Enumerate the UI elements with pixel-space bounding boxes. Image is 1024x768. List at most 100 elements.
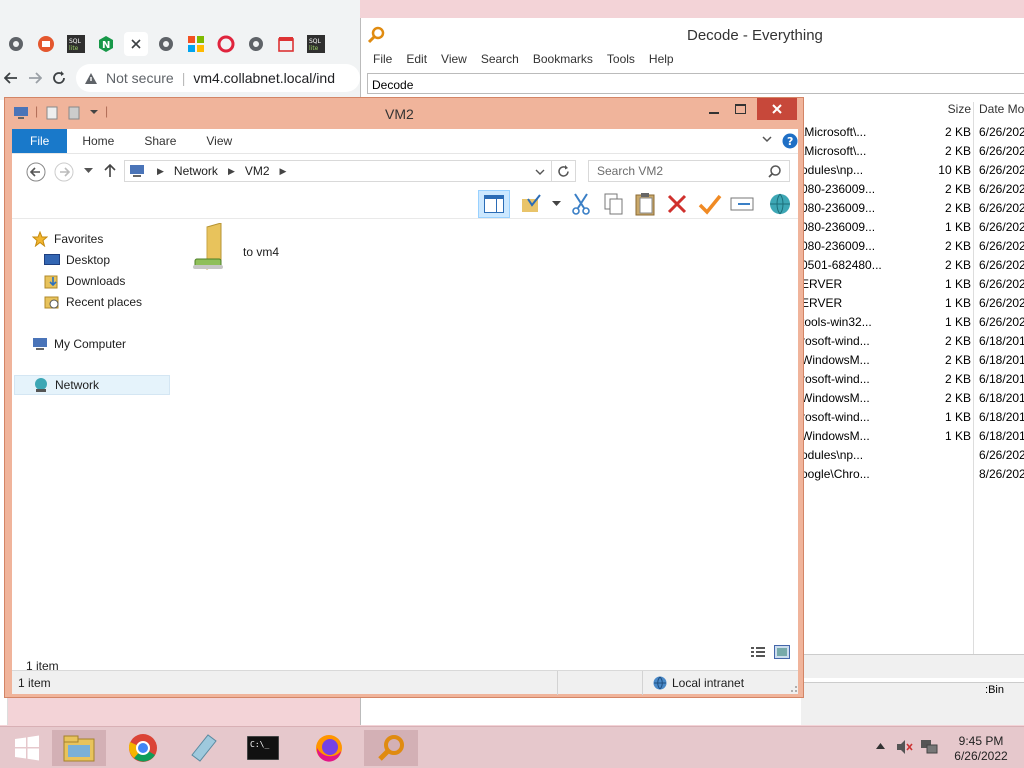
tab-sqlite-icon[interactable]: SQL lite — [304, 32, 328, 56]
nav-recent-places[interactable]: Recent places — [44, 292, 142, 312]
breadcrumb-chevron-icon[interactable]: ▶ — [280, 166, 287, 177]
recent-locations-icon[interactable] — [84, 168, 93, 174]
new-folder-icon[interactable] — [67, 106, 81, 120]
size-column-header[interactable]: Size — [936, 102, 971, 120]
tab-globe-icon[interactable] — [244, 32, 268, 56]
list-item[interactable]: odules\np... 6/26/202 — [801, 445, 1024, 464]
details-view-icon[interactable] — [750, 646, 766, 658]
file-explorer-taskbar-button[interactable] — [52, 730, 106, 766]
menu-tools[interactable]: Tools — [607, 52, 635, 70]
name-column-header[interactable] — [801, 102, 936, 120]
refresh-button[interactable] — [552, 160, 576, 182]
file-item[interactable]: to vm4 — [187, 223, 297, 279]
up-arrow-icon[interactable] — [104, 164, 116, 178]
cut-icon[interactable] — [570, 192, 592, 216]
tab-globe-icon[interactable] — [4, 32, 28, 56]
tab-nginx-icon[interactable]: N — [94, 32, 118, 56]
menu-file[interactable]: File — [373, 52, 392, 70]
minimize-button[interactable] — [701, 98, 727, 120]
list-item[interactable]: odules\np... 10 KB 6/26/202 — [801, 160, 1024, 179]
large-icons-view-icon[interactable] — [774, 645, 790, 659]
list-item[interactable]: oogle\Chro... 8/26/202 — [801, 464, 1024, 483]
breadcrumb[interactable]: ▶ Network ▶ VM2 ▶ — [124, 160, 552, 182]
tab-share[interactable]: Share — [129, 129, 191, 153]
tab-windows-icon[interactable] — [184, 32, 208, 56]
delete-icon[interactable] — [666, 193, 688, 215]
dropdown-arrow-icon[interactable] — [552, 201, 561, 207]
list-item[interactable]: 0501-682480... 2 KB 6/26/202 — [801, 255, 1024, 274]
breadcrumb-chevron-icon[interactable]: ▶ — [157, 166, 164, 177]
nav-network[interactable]: Network — [14, 375, 170, 395]
tab-file[interactable]: File — [12, 129, 68, 153]
nav-favorites[interactable]: Favorites — [32, 229, 103, 249]
expand-ribbon-icon[interactable] — [762, 136, 772, 144]
paste-icon[interactable] — [634, 192, 656, 216]
list-item[interactable]: WindowsM... 1 KB 6/18/201 — [801, 426, 1024, 445]
address-dropdown-icon[interactable] — [535, 169, 545, 176]
everything-search-input[interactable]: Decode — [367, 73, 1024, 94]
notepad-taskbar-button[interactable] — [176, 730, 230, 766]
list-item[interactable]: \Microsoft\... 2 KB 6/26/202 — [801, 141, 1024, 160]
list-item[interactable]: WindowsM... 2 KB 6/18/201 — [801, 388, 1024, 407]
chrome-taskbar-button[interactable] — [116, 730, 170, 766]
show-hidden-icons-icon[interactable] — [876, 743, 885, 749]
tab-globe-icon[interactable] — [154, 32, 178, 56]
everything-taskbar-button[interactable] — [364, 730, 418, 766]
copy-icon[interactable] — [602, 192, 624, 216]
network-tray-icon[interactable] — [920, 739, 938, 755]
address-bar[interactable]: Not secure | vm4.collabnet.local/ind — [76, 64, 360, 92]
start-button[interactable] — [0, 730, 54, 766]
tab-view[interactable]: View — [191, 129, 247, 153]
system-clock[interactable]: 9:45 PM 6/26/2022 — [946, 734, 1016, 764]
menu-help[interactable]: Help — [649, 52, 674, 70]
tab-store-icon[interactable] — [274, 32, 298, 56]
list-item[interactable]: ERVER 1 KB 6/26/202 — [801, 274, 1024, 293]
breadcrumb-chevron-icon[interactable]: ▶ — [228, 166, 235, 177]
menu-bookmarks[interactable]: Bookmarks — [533, 52, 593, 70]
reload-icon[interactable] — [52, 71, 66, 85]
list-item[interactable]: 080-236009... 2 KB 6/26/202 — [801, 236, 1024, 255]
menu-search[interactable]: Search — [481, 52, 519, 70]
menu-view[interactable]: View — [441, 52, 467, 70]
rename-icon[interactable] — [730, 194, 754, 214]
breadcrumb-vm2[interactable]: VM2 — [245, 164, 270, 178]
tab-sqlite-icon[interactable]: SQL lite — [64, 32, 88, 56]
list-item[interactable]: 080-236009... 1 KB 6/26/202 — [801, 217, 1024, 236]
resize-grip-icon[interactable] — [788, 683, 798, 693]
preview-pane-icon[interactable] — [478, 190, 510, 218]
list-item[interactable]: ERVER 1 KB 6/26/202 — [801, 293, 1024, 312]
maximize-button[interactable] — [727, 98, 753, 120]
list-item[interactable]: rosoft-wind... 2 KB 6/18/201 — [801, 369, 1024, 388]
network-globe-icon[interactable] — [768, 192, 792, 216]
tab-home[interactable]: Home — [67, 129, 129, 153]
date-column-header[interactable]: Date Mod — [971, 102, 1024, 120]
list-item[interactable]: 080-236009... 2 KB 6/26/202 — [801, 198, 1024, 217]
forward-button-icon[interactable] — [54, 162, 74, 182]
nav-my-computer[interactable]: My Computer — [32, 334, 126, 354]
cmd-taskbar-button[interactable]: C:\_ — [236, 730, 290, 766]
back-button-icon[interactable] — [26, 162, 46, 182]
firefox-taskbar-button[interactable] — [302, 730, 356, 766]
tab-close-icon[interactable] — [124, 32, 148, 56]
back-arrow-icon[interactable] — [4, 71, 18, 85]
list-item[interactable]: rosoft-wind... 1 KB 6/18/201 — [801, 407, 1024, 426]
volume-muted-icon[interactable] — [896, 739, 914, 755]
nav-downloads[interactable]: Downloads — [44, 271, 125, 291]
everything-horizontal-scrollbar[interactable] — [801, 654, 1024, 678]
nav-desktop[interactable]: Desktop — [44, 250, 110, 270]
breadcrumb-network[interactable]: Network — [174, 164, 218, 178]
list-item[interactable]: 080-236009... 2 KB 6/26/202 — [801, 179, 1024, 198]
search-input[interactable]: Search VM2 — [588, 160, 790, 182]
list-item[interactable]: WindowsM... 2 KB 6/18/201 — [801, 350, 1024, 369]
close-button[interactable] — [757, 98, 797, 120]
menu-edit[interactable]: Edit — [406, 52, 427, 70]
properties-check-icon[interactable] — [520, 193, 542, 215]
properties-icon[interactable] — [45, 106, 59, 120]
tab-opera-icon[interactable] — [214, 32, 238, 56]
list-item[interactable]: tools-win32... 1 KB 6/26/202 — [801, 312, 1024, 331]
list-item[interactable]: rosoft-wind... 2 KB 6/18/201 — [801, 331, 1024, 350]
customize-quick-access-icon[interactable] — [89, 108, 99, 116]
tab-red-app-icon[interactable] — [34, 32, 58, 56]
forward-arrow-icon[interactable] — [28, 71, 42, 85]
help-icon[interactable]: ? — [782, 133, 798, 149]
